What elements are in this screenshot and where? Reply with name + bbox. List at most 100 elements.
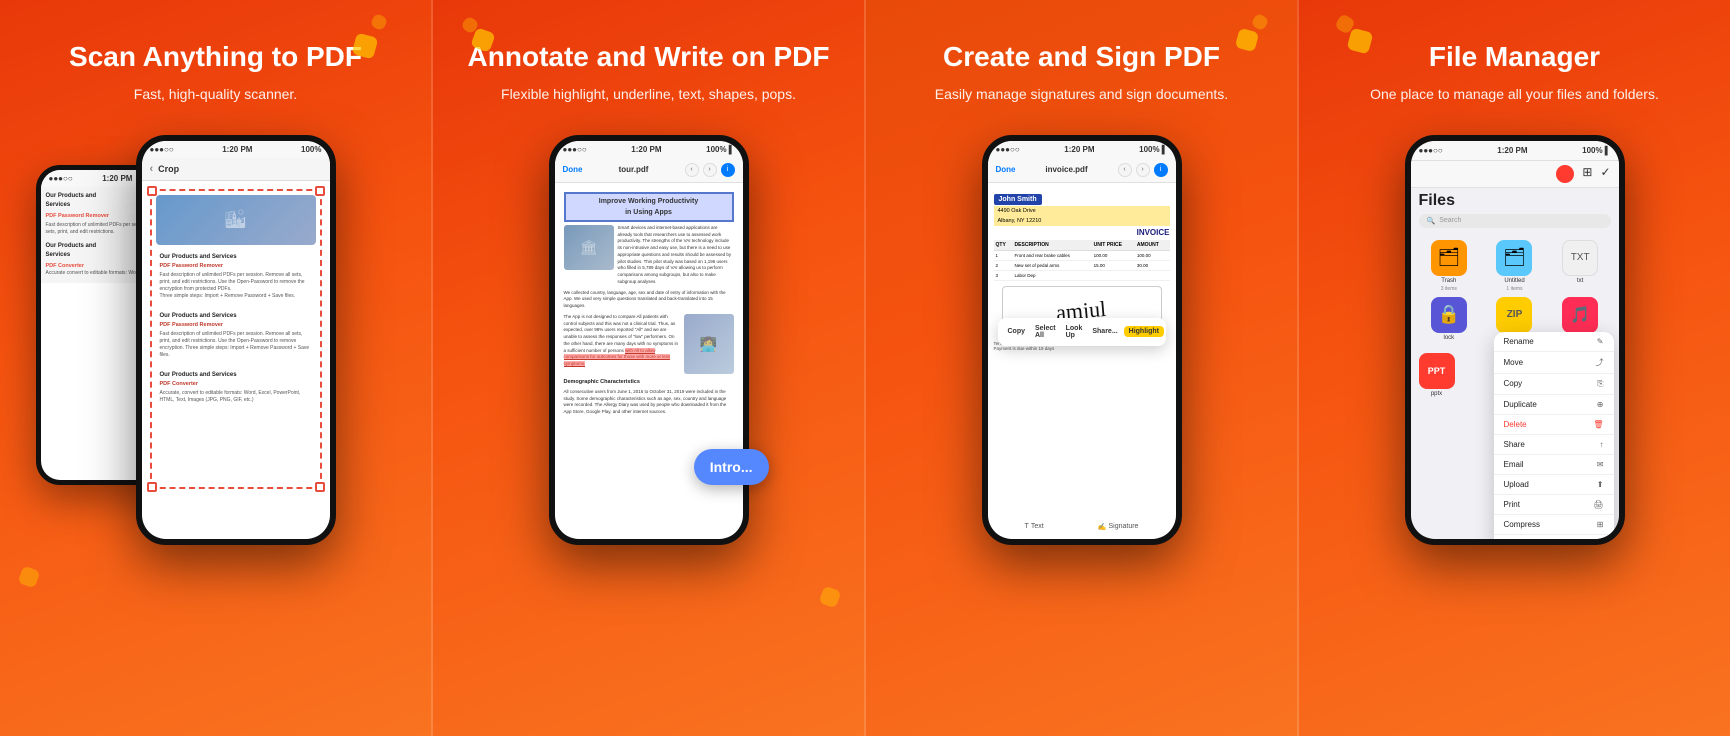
- address1: 4490 Oak Drive: [994, 206, 1170, 216]
- file-item-trash[interactable]: 🗂 Trash 3 items: [1419, 240, 1480, 292]
- sign-prev-icon[interactable]: ‹: [1118, 163, 1132, 177]
- corner-br[interactable]: [315, 482, 325, 492]
- context-menu: Copy Select All Look Up Share... Highlig…: [998, 318, 1166, 346]
- copy-icon: ⎘: [1597, 379, 1603, 389]
- signature-tool[interactable]: ✍ Signature: [1098, 523, 1139, 531]
- table-row: 3 Labor Dep: [994, 270, 1170, 280]
- delete-icon: 🗑: [1593, 420, 1603, 429]
- pptx-file-icon: PPT: [1419, 353, 1455, 389]
- back-arrow-icon[interactable]: ‹: [150, 163, 154, 175]
- zip-file-icon: ZIP: [1496, 297, 1532, 333]
- annotate-phone-wrap: ●●●○○ 1:20 PM 100% ▌ Done tour.pdf ‹ › i: [549, 135, 749, 545]
- app-heart-icon: ♥: [1556, 165, 1574, 183]
- pdf-filename: tour.pdf: [589, 165, 679, 174]
- prev-page-icon[interactable]: ‹: [685, 163, 699, 177]
- menu-add-favorites[interactable]: Add to Favorites ★: [1494, 535, 1614, 539]
- trash-folder-icon: 🗂: [1431, 240, 1467, 276]
- deco-square-3: [17, 565, 40, 588]
- deco-sq-s1: [1235, 28, 1259, 52]
- deco-square-2: [370, 13, 389, 32]
- annotate-subtitle: Flexible highlight, underline, text, sha…: [501, 84, 796, 105]
- email-icon: ✉: [1597, 460, 1604, 469]
- search-bar[interactable]: 🔍 Search: [1419, 214, 1611, 228]
- annotate-section: Annotate and Write on PDF Flexible highl…: [431, 0, 864, 736]
- filemanager-subtitle: One place to manage all your files and f…: [1370, 84, 1659, 105]
- rename-icon: ✎: [1597, 337, 1604, 346]
- demographic-heading: Demographic Characteristics: [564, 378, 734, 387]
- scan-phone-wrap: ●●●○○ 1:20 PM 100% Our Products andServi…: [96, 135, 336, 545]
- share-menu-item[interactable]: Share...: [1088, 326, 1121, 337]
- menu-copy[interactable]: Copy ⎘: [1494, 374, 1614, 395]
- filemanager-status-bar: ●●●○○ 1:20 PM 100% ▌: [1411, 141, 1619, 161]
- doc-page-2: Our Products and Services PDF Password R…: [156, 308, 316, 363]
- sign-phone-wrap: ●●●○○ 1:20 PM 100% ▌ Done invoice.pdf ‹ …: [982, 135, 1182, 545]
- pdf-image-2: 👩‍💻: [684, 314, 734, 374]
- menu-move[interactable]: Move ⤴: [1494, 352, 1614, 374]
- name-highlight: John Smith: [994, 194, 1042, 205]
- checkmark-icon[interactable]: ✓: [1600, 165, 1610, 183]
- menu-upload[interactable]: Upload ⬆: [1494, 475, 1614, 495]
- sign-done-button[interactable]: Done: [996, 165, 1016, 174]
- deco-sq-f1: [1347, 28, 1374, 55]
- pdf-toolbar: Done tour.pdf ‹ › i: [555, 158, 743, 183]
- sign-status-bar: ●●●○○ 1:20 PM 100% ▌: [988, 141, 1176, 158]
- invoice-bottom-toolbar: T Text ✍ Signature: [988, 523, 1176, 531]
- file-item-pptx[interactable]: PPT pptx: [1419, 353, 1455, 397]
- scan-status-bar: ●●●○○ 1:20 PM 100%: [142, 141, 330, 158]
- menu-compress[interactable]: Compress ⊞: [1494, 515, 1614, 535]
- grid-view-icon[interactable]: ⊞: [1582, 165, 1592, 183]
- sign-next-icon[interactable]: ›: [1136, 163, 1150, 177]
- lock-folder-icon: 🔒: [1431, 297, 1467, 333]
- menu-email[interactable]: Email ✉: [1494, 455, 1614, 475]
- scan-screen: ●●●○○ 1:20 PM 100% ‹ Crop 🏙: [142, 141, 330, 539]
- doc-page-1: Our Products and Services PDF Password R…: [156, 249, 316, 304]
- duplicate-icon: ⊕: [1597, 400, 1604, 409]
- menu-share[interactable]: Share ↑: [1494, 435, 1614, 455]
- share-icon: ↑: [1600, 440, 1604, 449]
- pdf-page: Improve Working Productivityin Using App…: [559, 187, 739, 421]
- filemanager-title: File Manager: [1429, 40, 1600, 74]
- filemanager-phone: ●●●○○ 1:20 PM 100% ▌ ♥ ⊞ ✓ Files 🔍: [1405, 135, 1625, 545]
- table-row: 2 New set of pedal arms 15.00 30.00: [994, 260, 1170, 270]
- done-button[interactable]: Done: [563, 165, 583, 174]
- scan-section: Scan Anything to PDF Fast, high-quality …: [0, 0, 431, 736]
- txt-file-icon: TXT: [1562, 240, 1598, 276]
- photo-thumbnail: 🏙: [156, 195, 316, 245]
- lookup-menu-item[interactable]: Look Up: [1062, 323, 1087, 341]
- text-tool[interactable]: T Text: [1025, 523, 1044, 531]
- music-file-icon: 🎵: [1562, 297, 1598, 333]
- info-icon[interactable]: i: [721, 163, 735, 177]
- copy-menu-item[interactable]: Copy: [1004, 326, 1030, 337]
- highlight-menu-item[interactable]: Highlight: [1124, 326, 1164, 337]
- corner-bl[interactable]: [147, 482, 157, 492]
- print-icon: 🖨: [1593, 500, 1603, 509]
- file-item-lock[interactable]: 🔒 lock: [1419, 297, 1480, 341]
- menu-print[interactable]: Print 🖨: [1494, 495, 1614, 515]
- files-title: Files: [1411, 192, 1619, 210]
- address2: Albany, NY 12210: [994, 216, 1170, 226]
- corner-tl[interactable]: [147, 186, 157, 196]
- sign-info-icon[interactable]: i: [1154, 163, 1168, 177]
- file-item-txt[interactable]: TXT txt: [1550, 240, 1611, 292]
- menu-duplicate[interactable]: Duplicate ⊕: [1494, 395, 1614, 415]
- speech-bubble: Intro...: [694, 449, 769, 485]
- table-row: 1 Front and rear brake cables 100.00 100…: [994, 250, 1170, 260]
- sign-title: Create and Sign PDF: [943, 40, 1220, 74]
- menu-rename[interactable]: Rename ✎: [1494, 332, 1614, 352]
- sign-section: Create and Sign PDF Easily manage signat…: [864, 0, 1297, 736]
- menu-delete[interactable]: Delete 🗑: [1494, 415, 1614, 435]
- next-page-icon[interactable]: ›: [703, 163, 717, 177]
- crop-label: Crop: [158, 164, 179, 174]
- crop-toolbar: ‹ Crop: [142, 158, 330, 181]
- filemanager-screen: ●●●○○ 1:20 PM 100% ▌ ♥ ⊞ ✓ Files 🔍: [1411, 141, 1619, 539]
- sign-pdf-toolbar: Done invoice.pdf ‹ › i: [988, 158, 1176, 183]
- file-item-untitled[interactable]: 🗂 Untitled 1 items: [1484, 240, 1545, 292]
- upload-icon: ⬆: [1597, 480, 1604, 489]
- invoice-table: QTY DESCRIPTION UNIT PRICE AMOUNT 1 Fron…: [994, 240, 1170, 281]
- filemanager-section: File Manager One place to manage all you…: [1297, 0, 1730, 736]
- selectall-menu-item[interactable]: Select All: [1031, 323, 1060, 341]
- corner-tr[interactable]: [315, 186, 325, 196]
- context-dropdown-menu: Rename ✎ Move ⤴ Copy ⎘ Duplicate: [1494, 332, 1614, 539]
- deco-sq-s2: [1250, 12, 1269, 31]
- deco-sq-a3: [818, 585, 841, 608]
